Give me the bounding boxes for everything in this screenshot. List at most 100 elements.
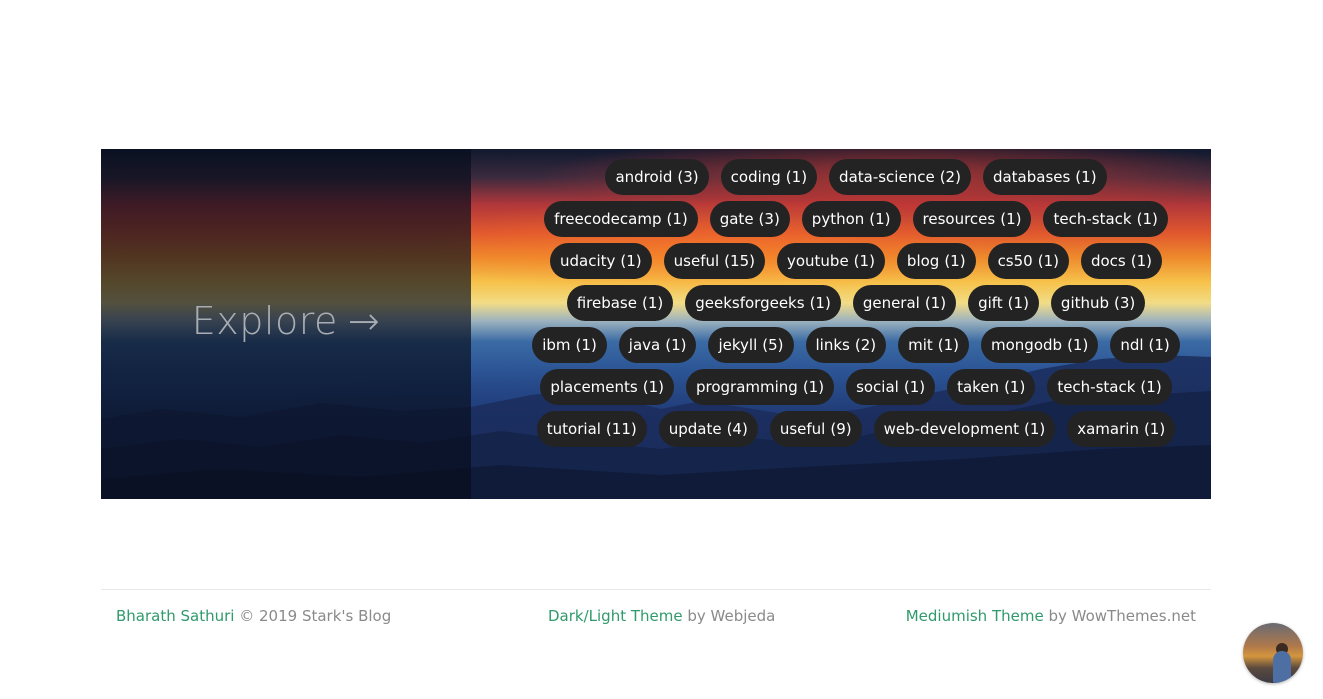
- tag-pill[interactable]: java (1): [618, 327, 697, 363]
- tag-pill[interactable]: ibm (1): [532, 327, 607, 363]
- tag-count: (1): [1067, 336, 1089, 354]
- tag-pill[interactable]: gift (1): [968, 285, 1039, 321]
- tag-count: (1): [1130, 252, 1152, 270]
- mediumish-by-text: by WowThemes.net: [1048, 607, 1196, 625]
- tag-pill[interactable]: mit (1): [898, 327, 970, 363]
- tag-name: gate: [719, 210, 754, 228]
- tag-pill[interactable]: docs (1): [1080, 243, 1162, 279]
- tag-pill[interactable]: tutorial (11): [536, 411, 647, 447]
- mediumish-theme-link[interactable]: Mediumish Theme: [906, 607, 1044, 625]
- tag-name: databases: [992, 168, 1071, 186]
- tag-name: udacity: [560, 252, 616, 270]
- tag-pill[interactable]: tech-stack (1): [1043, 201, 1168, 237]
- tag-name: web-development: [883, 420, 1019, 438]
- tag-count: (1): [869, 210, 891, 228]
- tag-pill[interactable]: tech-stack (1): [1047, 369, 1172, 405]
- footer-divider: [101, 589, 1211, 590]
- tag-name: useful: [779, 420, 826, 438]
- tag-count: (3): [758, 210, 780, 228]
- copyright-text: © 2019 Stark's Blog: [239, 607, 392, 625]
- tag-count: (1): [853, 252, 875, 270]
- tag-name: taken: [957, 378, 1000, 396]
- tag-pill[interactable]: data-science (2): [829, 159, 971, 195]
- tag-pill[interactable]: android (3): [605, 159, 709, 195]
- tag-name: tutorial: [546, 420, 601, 438]
- tag-pill[interactable]: links (2): [805, 327, 887, 363]
- tag-name: mongodb: [991, 336, 1063, 354]
- tag-pill[interactable]: blog (1): [896, 243, 976, 279]
- tag-name: tech-stack: [1053, 210, 1132, 228]
- tag-name: ibm: [542, 336, 571, 354]
- tag-pill[interactable]: jekyll (5): [708, 327, 794, 363]
- tag-name: placements: [550, 378, 638, 396]
- tag-name: programming: [695, 378, 798, 396]
- tag-count: (5): [762, 336, 784, 354]
- tag-name: jekyll: [718, 336, 758, 354]
- tag-pill[interactable]: cs50 (1): [987, 243, 1069, 279]
- tag-pill[interactable]: freecodecamp (1): [544, 201, 698, 237]
- tag-count: (1): [1075, 168, 1097, 186]
- tag-count: (1): [1037, 252, 1059, 270]
- dark-light-theme-link[interactable]: Dark/Light Theme: [548, 607, 683, 625]
- tag-name: links: [815, 336, 850, 354]
- tag-pill[interactable]: databases (1): [982, 159, 1107, 195]
- tag-count: (1): [1007, 294, 1029, 312]
- tag-count: (1): [809, 294, 831, 312]
- tag-count: (1): [575, 336, 597, 354]
- tag-pill[interactable]: gate (3): [709, 201, 790, 237]
- tag-pill[interactable]: programming (1): [685, 369, 835, 405]
- footer-theme-credit: Dark/Light Theme by Webjeda: [548, 607, 775, 625]
- tag-count: (1): [944, 252, 966, 270]
- explore-panel[interactable]: Explore →: [101, 149, 471, 499]
- avatar-person: [1273, 651, 1291, 683]
- tag-pill[interactable]: coding (1): [720, 159, 818, 195]
- tag-name: xamarin: [1077, 420, 1139, 438]
- tag-pill[interactable]: resources (1): [912, 201, 1032, 237]
- tag-pill[interactable]: web-development (1): [873, 411, 1056, 447]
- tag-pill[interactable]: github (3): [1050, 285, 1146, 321]
- tag-pill[interactable]: python (1): [801, 201, 901, 237]
- explore-hero: Explore → android (3) coding (1) data-science…: [101, 149, 1211, 499]
- tag-pill[interactable]: mongodb (1): [981, 327, 1099, 363]
- avatar[interactable]: [1243, 623, 1303, 683]
- explore-link[interactable]: Explore →: [192, 299, 380, 343]
- tag-pill[interactable]: placements (1): [540, 369, 674, 405]
- arrow-right-icon[interactable]: →: [348, 299, 380, 343]
- tag-count: (11): [605, 420, 637, 438]
- tag-count: (1): [1140, 378, 1162, 396]
- tag-pill[interactable]: useful (9): [769, 411, 862, 447]
- tag-pill[interactable]: social (1): [846, 369, 936, 405]
- tag-name: coding: [730, 168, 781, 186]
- explore-label[interactable]: Explore: [192, 299, 338, 343]
- tag-count: (3): [677, 168, 699, 186]
- tag-count: (1): [1023, 420, 1046, 438]
- tag-name: geeksforgeeks: [695, 294, 805, 312]
- tag-name: useful: [673, 252, 720, 270]
- tag-pill[interactable]: youtube (1): [776, 243, 885, 279]
- tag-count: (1): [937, 336, 960, 354]
- tag-name: blog: [906, 252, 940, 270]
- tag-pill[interactable]: ndl (1): [1110, 327, 1180, 363]
- tag-pill[interactable]: udacity (1): [550, 243, 652, 279]
- tag-name: tech-stack: [1057, 378, 1136, 396]
- tag-pill[interactable]: geeksforgeeks (1): [685, 285, 841, 321]
- tag-pill[interactable]: general (1): [852, 285, 957, 321]
- tag-count: (1): [785, 168, 808, 186]
- tag-count: (2): [939, 168, 961, 186]
- tag-cloud: android (3) coding (1) data-science (2) databa…: [531, 159, 1181, 447]
- tag-count: (1): [666, 210, 688, 228]
- author-link[interactable]: Bharath Sathuri: [116, 607, 234, 625]
- tag-pill[interactable]: firebase (1): [566, 285, 674, 321]
- tag-name: java: [628, 336, 661, 354]
- tag-count: (1): [924, 294, 947, 312]
- tag-count: (1): [1004, 378, 1026, 396]
- tag-count: (2): [854, 336, 877, 354]
- tag-pill[interactable]: update (4): [658, 411, 758, 447]
- tag-pill[interactable]: useful (15): [663, 243, 765, 279]
- tag-pill[interactable]: xamarin (1): [1067, 411, 1176, 447]
- tag-name: docs: [1090, 252, 1126, 270]
- tag-pill[interactable]: taken (1): [947, 369, 1036, 405]
- footer-copyright: Bharath Sathuri © 2019 Stark's Blog: [116, 607, 391, 625]
- tag-count: (15): [724, 252, 755, 270]
- tag-count: (1): [642, 378, 664, 396]
